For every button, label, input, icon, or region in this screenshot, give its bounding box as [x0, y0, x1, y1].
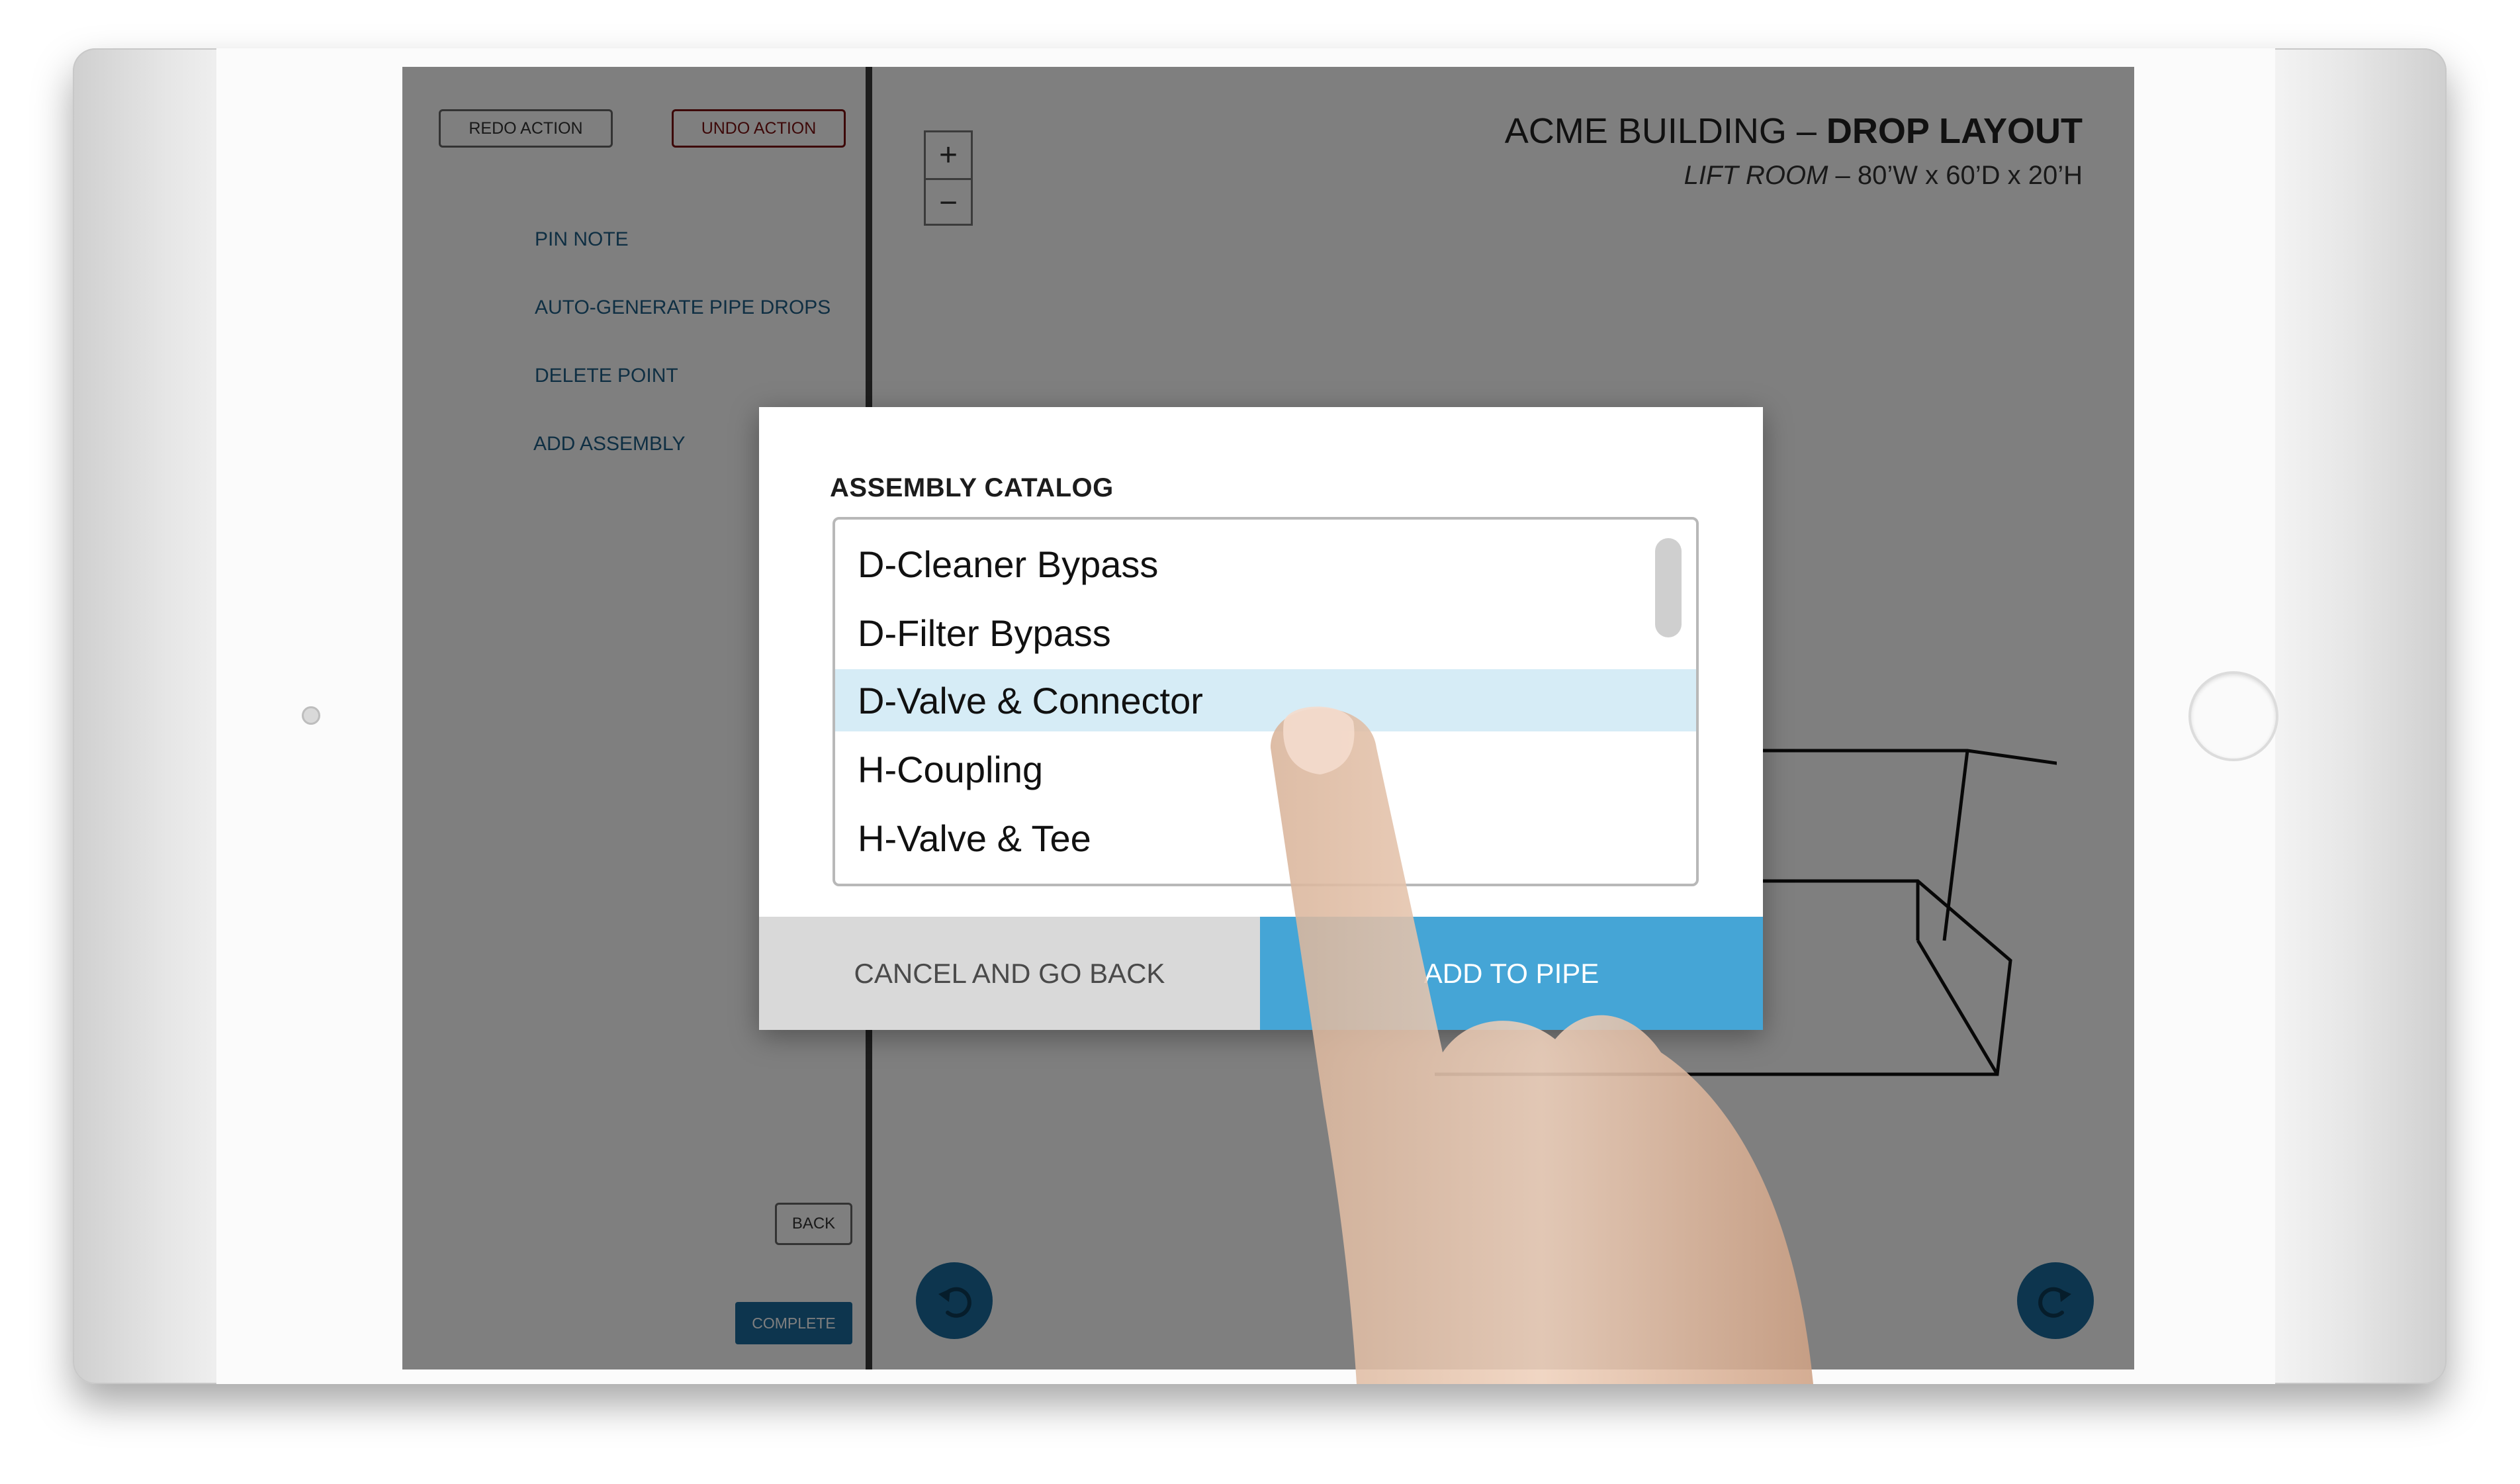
- list-scrollbar[interactable]: [1655, 538, 1682, 637]
- list-item-d-filter-bypass[interactable]: D-Filter Bypass: [835, 602, 1696, 664]
- camera-icon: [302, 706, 320, 725]
- cancel-and-go-back-button[interactable]: CANCEL AND GO BACK: [759, 917, 1260, 1030]
- home-button-icon[interactable]: [2188, 671, 2278, 761]
- pointing-hand-illustration: [1271, 706, 1813, 1384]
- dialog-title: ASSEMBLY CATALOG: [830, 473, 1114, 502]
- list-item-d-cleaner-bypass[interactable]: D-Cleaner Bypass: [835, 533, 1696, 595]
